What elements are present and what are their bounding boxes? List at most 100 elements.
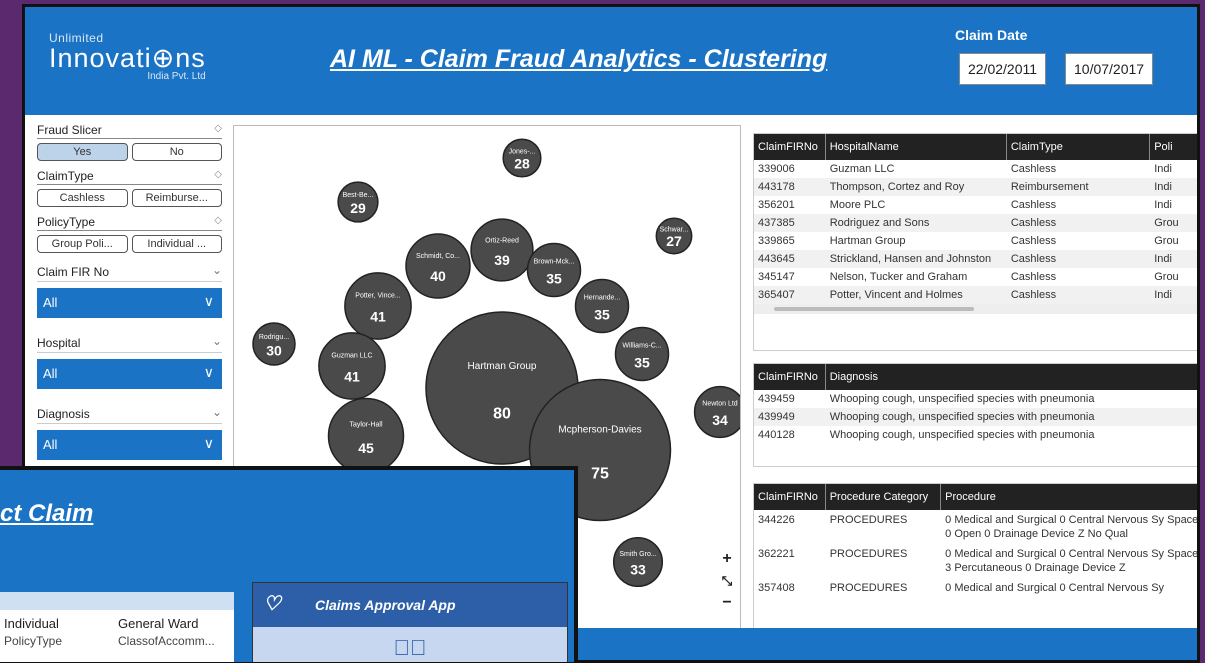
claim-date-label: Claim Date bbox=[955, 27, 1028, 43]
bubble[interactable] bbox=[327, 397, 405, 475]
table-cell: Cashless bbox=[1010, 199, 1057, 211]
table-cell: 0 Medical and Surgical 0 Central Nervous… bbox=[945, 582, 1165, 594]
table-cell: Cashless bbox=[1010, 253, 1057, 265]
table-row[interactable]: 339865 Hartman Group Cashless Grou bbox=[754, 232, 1197, 250]
bubble[interactable] bbox=[318, 332, 386, 400]
fit-icon[interactable]: ⤡ bbox=[718, 572, 736, 590]
table-cell: 339865 bbox=[758, 235, 795, 247]
table-cell: Indi bbox=[1154, 163, 1172, 175]
table-cell: 439459 bbox=[758, 393, 795, 405]
horizontal-scrollbar[interactable] bbox=[754, 304, 1197, 314]
col-hospitalname[interactable]: HospitalName bbox=[826, 134, 1007, 160]
table-row[interactable]: 437385 Rodriguez and Sons Cashless Grou bbox=[754, 214, 1197, 232]
chevron-down-icon[interactable]: ⌄ bbox=[212, 334, 222, 348]
diagnosis-title: Diagnosis ⌄ bbox=[37, 403, 222, 424]
diagnosis-table-body: 439459 Whooping cough, unspecified specie… bbox=[754, 390, 1197, 444]
col-claimfirno[interactable]: ClaimFIRNo bbox=[754, 134, 826, 160]
col-diagnosis[interactable]: Diagnosis bbox=[826, 364, 1197, 390]
bubble-value: 80 bbox=[493, 406, 511, 423]
bubble[interactable] bbox=[405, 233, 471, 299]
bubble-label: Potter, Vince... bbox=[355, 293, 400, 300]
bubble-value: 41 bbox=[344, 369, 360, 385]
claims-approval-card[interactable]: ♡ Claims Approval App ✓⃝ bbox=[252, 582, 568, 662]
table-cell: Cashless bbox=[1010, 271, 1057, 283]
claims-table[interactable]: ClaimFIRNo HospitalName ClaimType Poli 3… bbox=[753, 133, 1197, 351]
chevron-down-icon[interactable]: ⌄ bbox=[212, 263, 222, 277]
table-cell: Nelson, Tucker and Graham bbox=[829, 271, 968, 283]
policy-value: Individual bbox=[4, 616, 59, 631]
table-row[interactable]: 344226 PROCEDURES 0 Medical and Surgical 0… bbox=[754, 510, 1199, 544]
col-claimfirno[interactable]: ClaimFIRNo bbox=[754, 364, 826, 390]
procedure-table[interactable]: ClaimFIRNo Procedure Category Procedure … bbox=[753, 483, 1199, 629]
claims-approval-header: ♡ Claims Approval App bbox=[253, 583, 567, 627]
bubble[interactable] bbox=[344, 272, 412, 340]
procedure-table-header: ClaimFIRNo Procedure Category Procedure bbox=[754, 484, 1197, 510]
bubble-value: 35 bbox=[546, 270, 562, 286]
table-cell: Hartman Group bbox=[829, 235, 906, 247]
table-row[interactable]: 339006 Guzman LLC Cashless Indi bbox=[754, 160, 1197, 178]
fraud-yes-button[interactable]: Yes bbox=[37, 143, 128, 161]
claim-fir-dropdown[interactable]: All ∨ bbox=[37, 288, 222, 318]
zoom-in-button[interactable]: + bbox=[718, 550, 736, 568]
bubble[interactable] bbox=[470, 218, 534, 282]
procedure-table-body: 344226 PROCEDURES 0 Medical and Surgical 0… bbox=[754, 510, 1199, 612]
bubble-value: 30 bbox=[266, 342, 282, 358]
table-cell: Potter, Vincent and Holmes bbox=[829, 289, 963, 301]
table-cell: Grou bbox=[1154, 235, 1179, 247]
policytype-group-button[interactable]: Group Poli... bbox=[37, 235, 128, 253]
table-cell: Reimbursement bbox=[1010, 181, 1089, 193]
diagnosis-table[interactable]: ClaimFIRNo Diagnosis 439459 Whooping coug… bbox=[753, 363, 1197, 467]
table-cell: 365407 bbox=[758, 289, 795, 301]
col-procedure[interactable]: Procedure bbox=[941, 484, 1197, 510]
table-cell: Whooping cough, unspecified species with… bbox=[829, 393, 1095, 405]
bubble-label: Taylor-Hall bbox=[349, 422, 383, 429]
table-cell: 362221 bbox=[758, 548, 795, 560]
col-policy[interactable]: Poli bbox=[1150, 134, 1197, 160]
bubble-value: 35 bbox=[634, 354, 650, 370]
eraser-icon[interactable]: ◇ bbox=[214, 215, 222, 226]
table-row[interactable]: 365407 Potter, Vincent and Holmes Cashless… bbox=[754, 286, 1197, 304]
bubble-value: 34 bbox=[712, 412, 728, 428]
chevron-down-icon: ∨ bbox=[203, 293, 214, 309]
bubble-label: Hartman Group bbox=[468, 361, 537, 372]
table-row[interactable]: 357408 PROCEDURES 0 Medical and Surgical 0… bbox=[754, 578, 1197, 612]
logo-line2: Innovati⊕ns bbox=[49, 43, 206, 73]
col-claimfirno[interactable]: ClaimFIRNo bbox=[754, 484, 826, 510]
table-cell: 439949 bbox=[758, 411, 795, 423]
diagnosis-dropdown[interactable]: All ∨ bbox=[37, 430, 222, 460]
eraser-icon[interactable]: ◇ bbox=[214, 169, 222, 180]
table-row[interactable]: 440128 Whooping cough, unspecified specie… bbox=[754, 426, 1197, 444]
table-row[interactable]: 443645 Strickland, Hansen and Johnston Cas… bbox=[754, 250, 1197, 268]
fraud-no-button[interactable]: No bbox=[131, 143, 222, 161]
policytype-individual-button[interactable]: Individual ... bbox=[131, 235, 222, 253]
date-to-input[interactable]: 10/07/2017 bbox=[1065, 53, 1154, 85]
claimtype-reimburse-button[interactable]: Reimburse... bbox=[131, 189, 222, 207]
check-circle-icon[interactable]: ✓⃝ bbox=[253, 627, 567, 662]
chevron-down-icon[interactable]: ⌄ bbox=[212, 405, 222, 419]
claimtype-cashless-button[interactable]: Cashless bbox=[37, 189, 128, 207]
table-row[interactable]: 362221 PROCEDURES 0 Medical and Surgical 0… bbox=[754, 544, 1197, 578]
bubble-value: 40 bbox=[430, 268, 446, 284]
date-from-input[interactable]: 22/02/2011 bbox=[959, 53, 1047, 85]
chevron-down-icon: ∨ bbox=[203, 435, 214, 451]
zoom-out-button[interactable]: − bbox=[718, 594, 736, 612]
bubble-value: 39 bbox=[494, 252, 510, 268]
table-cell: 443178 bbox=[758, 181, 795, 193]
table-row[interactable]: 345147 Nelson, Tucker and Graham Cashless G… bbox=[754, 268, 1197, 286]
table-row[interactable]: 439459 Whooping cough, unspecified specie… bbox=[754, 390, 1197, 408]
table-cell: 440128 bbox=[758, 429, 795, 441]
table-row[interactable]: 439949 Whooping cough, unspecified specie… bbox=[754, 408, 1197, 426]
policytype-slicer-title: PolicyType ◇ bbox=[37, 215, 222, 231]
hospital-dropdown[interactable]: All ∨ bbox=[37, 359, 222, 389]
table-cell: 356201 bbox=[758, 199, 795, 211]
eraser-icon[interactable]: ◇ bbox=[214, 123, 222, 134]
table-cell: 0 Medical and Surgical 0 Central Nervous… bbox=[945, 514, 1199, 540]
heart-pulse-icon: ♡ bbox=[263, 593, 281, 615]
bubble-label: Guzman LLC bbox=[331, 353, 372, 360]
col-claimtype[interactable]: ClaimType bbox=[1007, 134, 1151, 160]
table-cell: Indi bbox=[1154, 253, 1172, 265]
bubble-value: 75 bbox=[591, 466, 609, 483]
table-row[interactable]: 356201 Moore PLC Cashless Indi bbox=[754, 196, 1197, 214]
col-procedure-category[interactable]: Procedure Category bbox=[826, 484, 942, 510]
table-row[interactable]: 443178 Thompson, Cortez and Roy Reimbursem… bbox=[754, 178, 1197, 196]
